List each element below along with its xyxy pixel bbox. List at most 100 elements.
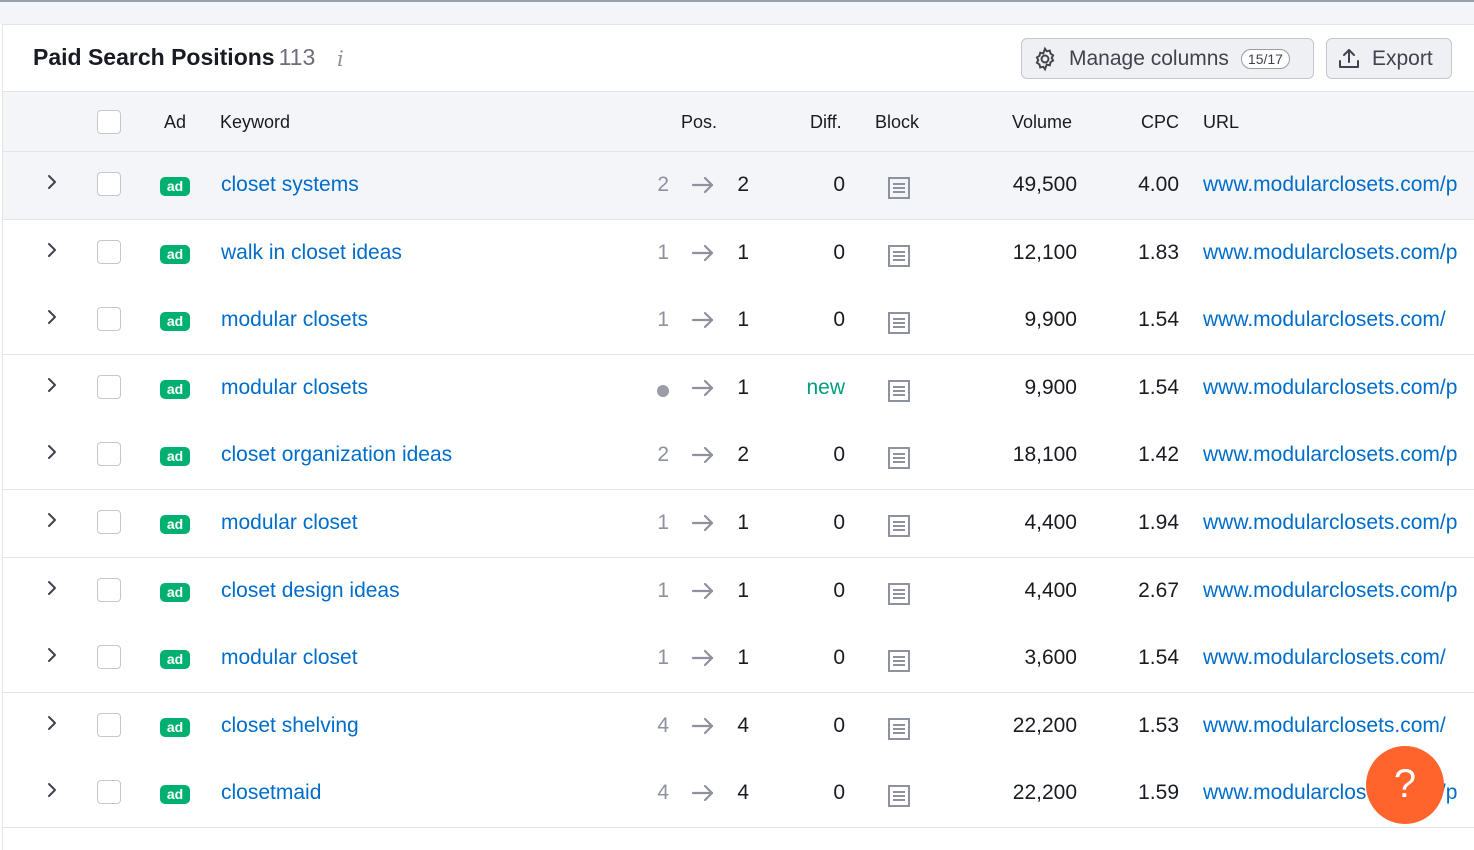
table-row[interactable]: ad closet shelving 4 4 0 22,200 1.53 www.modula… [3,692,1474,761]
chevron-right-icon[interactable] [45,375,59,395]
chevron-right-icon[interactable] [45,307,59,327]
arrow-right-icon [691,379,714,396]
col-keyword[interactable]: Keyword [220,112,290,133]
chevron-right-icon[interactable] [45,645,59,665]
landing-url-link[interactable]: www.modularclosets.com/ [1203,714,1446,738]
chevron-right-icon[interactable] [45,442,59,462]
serp-block-icon[interactable] [887,311,911,335]
serp-block-icon[interactable] [887,514,911,538]
info-icon[interactable]: i [337,47,344,71]
keyword-link[interactable]: modular closet [221,646,358,670]
col-volume[interactable]: Volume [1012,112,1072,133]
export-button[interactable]: Export [1326,38,1452,79]
keyword-link[interactable]: closet shelving [221,714,359,738]
search-volume: 4,400 [1024,511,1077,534]
serp-block-icon[interactable] [887,582,911,606]
landing-url-link[interactable]: www.modularclosets.com/p [1203,376,1457,400]
row-checkbox[interactable] [97,712,121,737]
previous-position: 1 [657,578,669,602]
arrow-right-icon [691,176,714,194]
col-diff[interactable]: Diff. [810,112,842,133]
search-volume: 4,400 [1024,578,1077,602]
row-checkbox[interactable] [97,172,121,196]
help-button[interactable]: ? [1366,746,1444,824]
arrow-right-icon [691,312,714,329]
keyword-link[interactable]: closet systems [221,173,359,197]
chevron-right-icon[interactable] [45,578,59,598]
cost-per-click: 1.54 [1138,646,1179,670]
col-url[interactable]: URL [1203,112,1239,133]
result-count: 113 [278,44,316,70]
col-block[interactable]: Block [875,112,919,133]
keyword-link[interactable]: modular closet [221,511,358,535]
chevron-right-icon[interactable] [45,172,59,192]
serp-block-icon[interactable] [887,244,911,268]
keyword-link[interactable]: walk in closet ideas [221,241,402,265]
cost-per-click: 2.67 [1138,578,1179,602]
serp-block-icon[interactable] [887,784,911,808]
landing-url-link[interactable]: www.modularclosets.com/p [1203,241,1457,265]
row-checkbox[interactable] [97,307,121,332]
col-ad[interactable]: Ad [164,112,186,133]
current-position: 4 [737,713,749,737]
report-card: Paid Search Positions 113 i Manage column… [2,24,1474,850]
row-checkbox[interactable] [97,645,121,670]
serp-block-icon[interactable] [887,717,911,741]
keyword-link[interactable]: closetmaid [221,781,321,805]
keyword-link[interactable]: closet design ideas [221,579,400,603]
position-diff: 0 [833,443,845,467]
page-title: Paid Search Positions 113 [33,44,315,71]
landing-url-link[interactable]: www.modularclosets.com/p [1203,173,1457,197]
chevron-right-icon[interactable] [45,240,59,260]
serp-block-icon[interactable] [887,379,911,403]
row-checkbox[interactable] [97,780,121,805]
landing-url-link[interactable]: www.modularclosets.com/p [1203,579,1457,603]
manage-columns-label: Manage columns [1069,46,1229,70]
columns-count-badge: 15/17 [1240,48,1290,69]
current-position: 1 [737,240,749,264]
serp-block-icon[interactable] [887,446,911,470]
table-row[interactable]: ad closetmaid 4 4 0 22,200 1.59 www.modularclos… [3,760,1474,829]
table-row[interactable]: ad closet systems 2 2 0 49,500 4.00 www.modular… [3,152,1474,220]
row-checkbox[interactable] [97,577,121,602]
landing-url-link[interactable]: www.modularclosets.com/p [1203,511,1457,535]
landing-url-link[interactable]: www.modularclosets.com/ [1203,646,1446,670]
previous-position: 1 [657,308,669,332]
keyword-link[interactable]: modular closets [221,308,368,332]
chevron-right-icon[interactable] [45,713,59,733]
serp-block-icon[interactable] [887,176,911,200]
row-checkbox[interactable] [97,442,121,467]
chevron-right-icon[interactable] [45,510,59,530]
table-row[interactable]: ad modular closets 1 1 0 9,900 1.54 www.modular… [3,287,1474,356]
row-checkbox[interactable] [97,374,121,399]
table-row[interactable]: ad modular closet 1 1 0 4,400 1.94 www.modularc… [3,490,1474,558]
table-row[interactable]: ad closet design ideas 1 1 0 4,400 2.67 www.mod… [3,557,1474,626]
table-row[interactable]: ad walk in closet ideas 1 1 0 12,100 1.83 www.m… [3,219,1474,288]
table-row[interactable]: ad modular closets 1 new 9,900 1.54 www.modula… [3,354,1474,423]
ad-badge: ad [160,447,190,467]
chevron-right-icon[interactable] [45,780,59,800]
table-row[interactable]: ad modular closet 1 1 0 3,600 1.54 www.modularc… [3,625,1474,694]
keyword-link[interactable]: closet organization ideas [221,443,452,467]
ad-badge: ad [160,582,190,602]
keyword-link[interactable]: modular closets [221,376,368,400]
search-volume: 49,500 [1012,173,1077,196]
row-checkbox[interactable] [97,510,121,534]
serp-block-icon[interactable] [887,649,911,673]
search-volume: 9,900 [1024,375,1077,399]
position-diff: 0 [833,173,845,196]
col-cpc[interactable]: CPC [1141,112,1179,133]
col-pos[interactable]: Pos. [681,112,717,133]
select-all-checkbox[interactable] [97,110,121,134]
table-row[interactable]: ad closet organization ideas 2 2 0 18,100 1.42… [3,422,1474,491]
landing-url-link[interactable]: www.modularclosets.com/ [1203,308,1446,332]
row-checkbox[interactable] [97,239,121,264]
manage-columns-button[interactable]: Manage columns 15/17 [1021,38,1314,79]
arrow-right-icon [691,785,714,802]
position-diff: 0 [833,781,845,805]
current-position: 2 [737,443,749,467]
export-label: Export [1372,46,1433,70]
landing-url-link[interactable]: www.modularclosets.com/p [1203,443,1457,467]
ad-badge: ad [160,379,190,399]
arrow-right-icon [691,514,714,532]
